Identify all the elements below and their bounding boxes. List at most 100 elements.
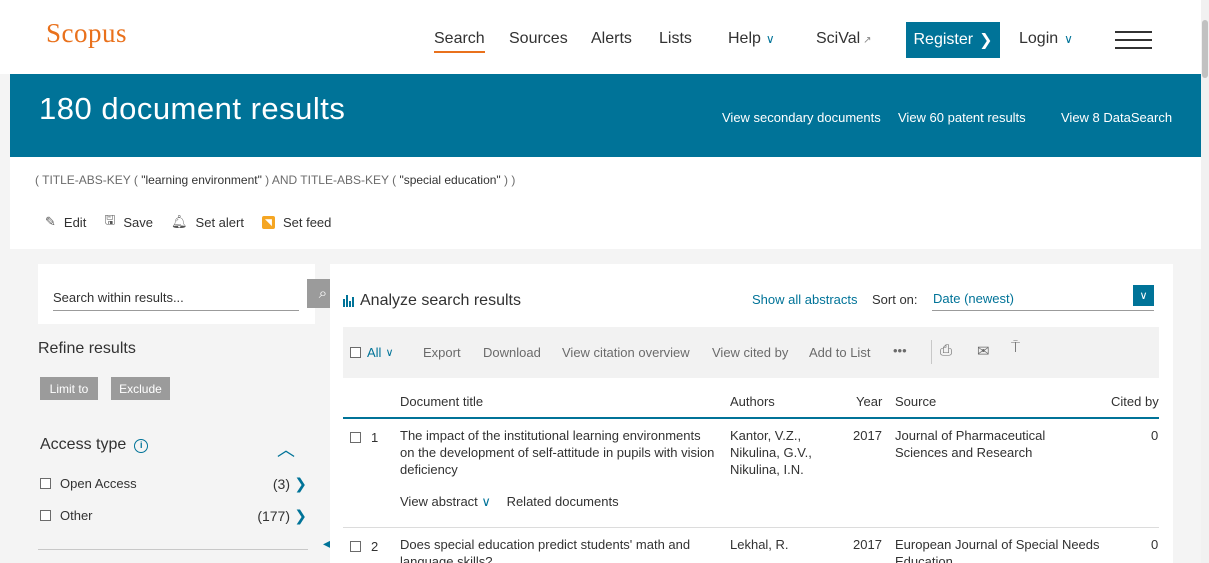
nav-help[interactable]: Help ∨ [728, 30, 775, 48]
nav-scival[interactable]: SciVal ↗ [816, 30, 872, 48]
source-link[interactable]: European Journal of Special Needs Educat… [895, 536, 1110, 563]
query-actions: ✎ Edit 🖫 Save 🔔︎ Set alert ◥ Set feed [45, 211, 349, 233]
divider [931, 340, 932, 364]
facet-count: (3) [272, 475, 290, 492]
more-options-button[interactable]: ••• [893, 343, 907, 358]
column-header-authors: Authors [730, 394, 775, 409]
chevron-right-icon: ❯ [979, 32, 993, 49]
column-header-cited-by: Cited by [1111, 394, 1159, 409]
results-panel: Analyze search results Show all abstract… [330, 264, 1173, 563]
row-divider [343, 527, 1159, 528]
sort-label: Sort on: [872, 292, 918, 307]
show-all-abstracts-link[interactable]: Show all abstracts [752, 292, 858, 307]
document-title-link[interactable]: The impact of the institutional learning… [400, 427, 718, 478]
set-alert-label: Set alert [195, 214, 244, 230]
search-within-panel: ⌕ [38, 264, 339, 324]
login-menu[interactable]: Login ∨ [1019, 30, 1073, 48]
query-term: "special education" [399, 173, 501, 187]
cited-by-count: 0 [1151, 428, 1159, 443]
info-icon[interactable]: i [134, 439, 149, 453]
results-banner: 180 document results View secondary docu… [10, 74, 1201, 157]
chevron-down-icon[interactable]: ∨ [1133, 285, 1154, 306]
nav-alerts[interactable]: Alerts [591, 30, 632, 48]
view-secondary-documents-link[interactable]: View secondary documents [722, 110, 881, 125]
search-icon: ⌕ [318, 285, 328, 302]
analyze-search-results-link[interactable]: Analyze search results [343, 292, 521, 310]
save-label: Save [123, 214, 154, 230]
set-alert-button[interactable]: 🔔︎ Set alert [171, 214, 244, 230]
checkbox[interactable] [350, 541, 361, 552]
checkbox[interactable] [40, 510, 51, 521]
facet-count: (177) [257, 507, 290, 524]
register-button[interactable]: Register ❯ [906, 22, 1000, 58]
year: 2017 [853, 537, 882, 552]
header-divider [343, 417, 1159, 419]
authors-link[interactable]: Kantor, V.Z., Nikulina, G.V., Nikulina, … [730, 427, 840, 478]
row-links: View abstract ∨ Related documents [400, 494, 619, 510]
checkbox[interactable] [350, 432, 361, 443]
bar-chart-icon [343, 295, 354, 307]
save-query-button[interactable]: 🖫 Save [104, 211, 153, 233]
chevron-right-icon[interactable]: ❯ [294, 475, 307, 493]
scrollbar[interactable] [1201, 0, 1209, 563]
scopus-logo[interactable]: Scopus [46, 18, 127, 49]
login-label: Login [1019, 30, 1059, 47]
bibliography-icon[interactable]: ⍑ [1011, 339, 1020, 356]
scrollbar-thumb[interactable] [1202, 20, 1208, 78]
external-link-icon: ↗ [863, 35, 872, 46]
nav-search[interactable]: Search [434, 30, 485, 53]
edit-icon: ✎ [45, 214, 56, 229]
search-within-input[interactable] [53, 284, 299, 311]
edit-label: Edit [63, 214, 87, 230]
column-header-document-title: Document title [400, 394, 484, 409]
facet-label: Other [60, 508, 93, 523]
set-feed-label: Set feed [282, 214, 332, 230]
checkbox[interactable] [40, 478, 51, 489]
nav-help-label: Help [728, 30, 761, 47]
document-title-link[interactable]: Does special education predict students'… [400, 536, 718, 563]
sort-select[interactable]: Date (newest) [932, 286, 1154, 311]
email-icon[interactable]: ✉ [977, 342, 990, 360]
register-label: Register [913, 31, 974, 48]
column-header-source: Source [895, 394, 937, 409]
view-patent-results-link[interactable]: View 60 patent results [898, 110, 1026, 125]
exclude-button[interactable]: Exclude [111, 377, 170, 400]
checkbox[interactable] [350, 347, 361, 358]
save-icon: 🖫 [104, 212, 116, 227]
limit-to-button[interactable]: Limit to [40, 377, 98, 400]
authors-link[interactable]: Lekhal, R. [730, 536, 840, 553]
table-row-select[interactable]: 1 [350, 430, 378, 445]
chevron-right-icon[interactable]: ❯ [294, 507, 307, 525]
download-button[interactable]: Download [483, 345, 541, 360]
related-documents-link[interactable]: Related documents [507, 494, 619, 509]
query-term: "learning environment" [141, 173, 262, 187]
nav-sources[interactable]: Sources [509, 30, 568, 48]
rss-icon: ◥ [261, 215, 275, 229]
divider [38, 549, 308, 550]
facet-other[interactable]: Other (177) ❯ [40, 507, 310, 525]
facet-open-access[interactable]: Open Access (3) ❯ [40, 475, 310, 493]
hamburger-menu-icon[interactable] [1115, 31, 1152, 49]
select-all-dropdown[interactable]: All ∨ [350, 345, 394, 360]
source-link[interactable]: Journal of Pharmaceutical Sciences and R… [895, 427, 1075, 461]
query-part: ) AND TITLE-ABS-KEY ( [261, 173, 400, 187]
print-icon[interactable]: ⎙ [940, 342, 952, 359]
view-cited-by-button[interactable]: View cited by [712, 345, 788, 360]
set-feed-button[interactable]: ◥ Set feed [261, 214, 332, 230]
view-abstract-link[interactable]: View abstract ∨ [400, 494, 491, 509]
add-to-list-button[interactable]: Add to List [809, 345, 870, 360]
query-part: ( TITLE-ABS-KEY ( [35, 173, 142, 187]
refine-results-heading: Refine results [38, 340, 136, 357]
access-type-label: Access type [40, 436, 127, 453]
view-datasearch-link[interactable]: View 8 DataSearch [1061, 110, 1172, 125]
nav-lists[interactable]: Lists [659, 30, 692, 48]
view-citation-overview-button[interactable]: View citation overview [562, 345, 690, 360]
export-button[interactable]: Export [423, 345, 461, 360]
year: 2017 [853, 428, 882, 443]
view-abstract-label: View abstract [400, 494, 478, 509]
table-row-select[interactable]: 2 [350, 539, 378, 554]
access-type-heading: Access type i [40, 436, 149, 454]
edit-query-button[interactable]: ✎ Edit [45, 214, 86, 230]
chevron-down-icon: ∨ [385, 347, 394, 359]
collapse-facet-icon[interactable]: ︿ [277, 436, 295, 462]
